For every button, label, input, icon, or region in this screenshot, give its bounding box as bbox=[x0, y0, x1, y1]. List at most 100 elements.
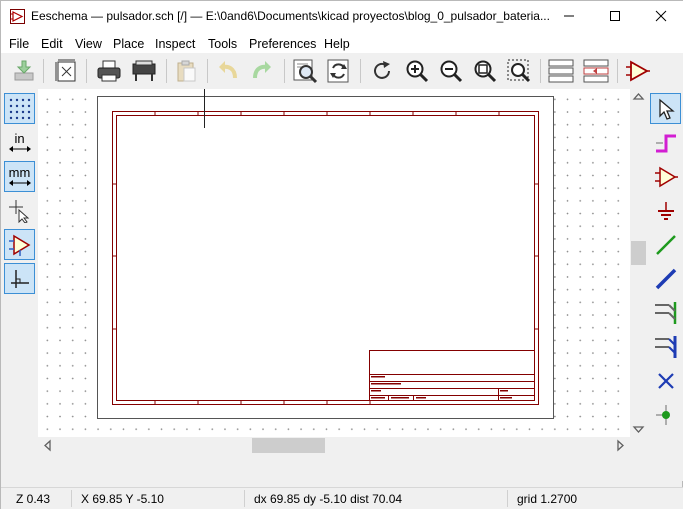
zoom-out-icon bbox=[440, 60, 463, 83]
vertical-scrollbar[interactable] bbox=[630, 89, 647, 437]
window-title: Eeschema — pulsador.sch [/] — E:\0and6\D… bbox=[31, 9, 550, 23]
add-junction-button[interactable] bbox=[650, 399, 681, 430]
zoom-selection-icon bbox=[507, 59, 531, 83]
add-bus-icon bbox=[655, 268, 676, 289]
paste-button[interactable] bbox=[171, 56, 201, 86]
title-bar: Eeschema — pulsador.sch [/] — E:\0and6\D… bbox=[1, 1, 683, 31]
undo-button[interactable] bbox=[213, 56, 243, 86]
no-connect-icon bbox=[657, 372, 674, 389]
main-toolbar bbox=[1, 53, 683, 89]
menu-place[interactable]: Place bbox=[113, 34, 144, 51]
hierarchy-button[interactable] bbox=[546, 56, 576, 86]
navigate-icon bbox=[583, 59, 609, 83]
menu-inspect[interactable]: Inspect bbox=[155, 34, 195, 51]
close-button[interactable] bbox=[638, 1, 683, 31]
units-mm-button[interactable]: mm bbox=[4, 161, 35, 192]
maximize-icon bbox=[610, 11, 620, 21]
left-toolbar: in mm bbox=[1, 89, 38, 481]
schematic-sheet bbox=[97, 89, 554, 419]
schematic-canvas[interactable] bbox=[38, 89, 630, 437]
hidden-pins-icon bbox=[8, 234, 30, 256]
status-bar: Z 0.43 X 69.85 Y -5.10 dx 69.85 dy -5.10… bbox=[1, 487, 683, 509]
maximize-button[interactable] bbox=[592, 1, 638, 31]
scroll-up-icon bbox=[632, 93, 645, 100]
zoom-out-button[interactable] bbox=[436, 56, 466, 86]
millimeters-icon bbox=[8, 179, 31, 186]
plot-button[interactable] bbox=[129, 56, 159, 86]
vertical-scroll-thumb bbox=[631, 241, 646, 265]
zoom-fit-button[interactable] bbox=[470, 56, 500, 86]
symbol-editor-button[interactable] bbox=[623, 56, 653, 86]
undo-icon bbox=[219, 61, 237, 79]
eeschema-window: Eeschema — pulsador.sch [/] — E:\0and6\D… bbox=[0, 0, 683, 509]
add-symbol-button[interactable] bbox=[650, 161, 681, 192]
paste-icon bbox=[177, 60, 196, 82]
select-icon bbox=[658, 98, 675, 120]
hierarchy-icon bbox=[548, 59, 574, 83]
page-settings-button[interactable] bbox=[51, 56, 81, 86]
menu-file[interactable]: File bbox=[9, 34, 29, 51]
navigate-button[interactable] bbox=[581, 56, 611, 86]
minimize-button[interactable] bbox=[546, 1, 592, 31]
symbol-editor-icon bbox=[626, 60, 650, 82]
cursor-icon bbox=[8, 199, 29, 223]
menu-view[interactable]: View bbox=[75, 34, 102, 51]
inches-icon bbox=[8, 145, 31, 152]
add-wire-button[interactable] bbox=[650, 229, 681, 260]
grid-toggle-button[interactable] bbox=[4, 93, 35, 124]
cursor-shape-button[interactable] bbox=[4, 195, 35, 226]
menu-help[interactable]: Help bbox=[324, 34, 350, 51]
print-icon bbox=[97, 60, 121, 82]
eeschema-app-icon bbox=[10, 9, 25, 24]
scroll-right-icon bbox=[617, 439, 624, 452]
add-power-button[interactable] bbox=[650, 195, 681, 226]
mm-label: mm bbox=[8, 164, 31, 180]
save-icon bbox=[14, 60, 34, 81]
zoom-selection-button[interactable] bbox=[504, 56, 534, 86]
refresh-button[interactable] bbox=[367, 56, 397, 86]
orthogonal-icon bbox=[10, 269, 29, 288]
right-toolbar bbox=[647, 89, 683, 481]
scroll-down-icon bbox=[632, 426, 645, 433]
save-button[interactable] bbox=[9, 56, 39, 86]
horizontal-scrollbar[interactable] bbox=[38, 437, 630, 454]
menu-preferences[interactable]: Preferences bbox=[249, 34, 316, 51]
scroll-left-icon bbox=[44, 439, 51, 452]
redo-icon bbox=[253, 61, 271, 79]
find-replace-button[interactable] bbox=[324, 56, 354, 86]
zoom-in-button[interactable] bbox=[402, 56, 432, 86]
highlight-net-button[interactable] bbox=[650, 127, 681, 158]
plot-icon bbox=[132, 60, 156, 81]
highlight-net-icon bbox=[655, 134, 676, 152]
grid-icon bbox=[9, 98, 30, 119]
status-zoom: Z 0.43 bbox=[16, 492, 51, 506]
status-cursor-position: X 69.85 Y -5.10 bbox=[81, 492, 164, 506]
print-button[interactable] bbox=[94, 56, 124, 86]
units-inches-button[interactable]: in bbox=[4, 127, 35, 158]
page-settings-icon bbox=[55, 59, 76, 82]
find-button[interactable] bbox=[290, 56, 320, 86]
select-tool-button[interactable] bbox=[650, 93, 681, 124]
inches-label: in bbox=[14, 130, 25, 146]
redo-button[interactable] bbox=[247, 56, 277, 86]
add-bus-entry-button[interactable] bbox=[650, 331, 681, 362]
menu-bar: File Edit View Place Inspect Tools Prefe… bbox=[1, 31, 683, 53]
menu-tools[interactable]: Tools bbox=[208, 34, 237, 51]
zoom-fit-icon bbox=[474, 60, 497, 83]
add-wire-entry-button[interactable] bbox=[650, 297, 681, 328]
hidden-pins-button[interactable] bbox=[4, 229, 35, 260]
horizontal-scroll-thumb bbox=[252, 438, 325, 453]
refresh-icon bbox=[374, 61, 390, 79]
junction-icon bbox=[655, 404, 670, 425]
menu-edit[interactable]: Edit bbox=[41, 34, 63, 51]
add-bus-button[interactable] bbox=[650, 263, 681, 294]
wire-entry-icon bbox=[654, 301, 676, 324]
minimize-icon bbox=[564, 15, 574, 17]
zoom-in-icon bbox=[406, 60, 429, 83]
add-no-connect-button[interactable] bbox=[650, 365, 681, 396]
status-grid: grid 1.2700 bbox=[517, 492, 578, 506]
close-icon bbox=[655, 10, 667, 22]
add-power-icon bbox=[657, 201, 674, 220]
orthogonal-mode-button[interactable] bbox=[4, 263, 35, 294]
add-symbol-icon bbox=[654, 166, 678, 187]
